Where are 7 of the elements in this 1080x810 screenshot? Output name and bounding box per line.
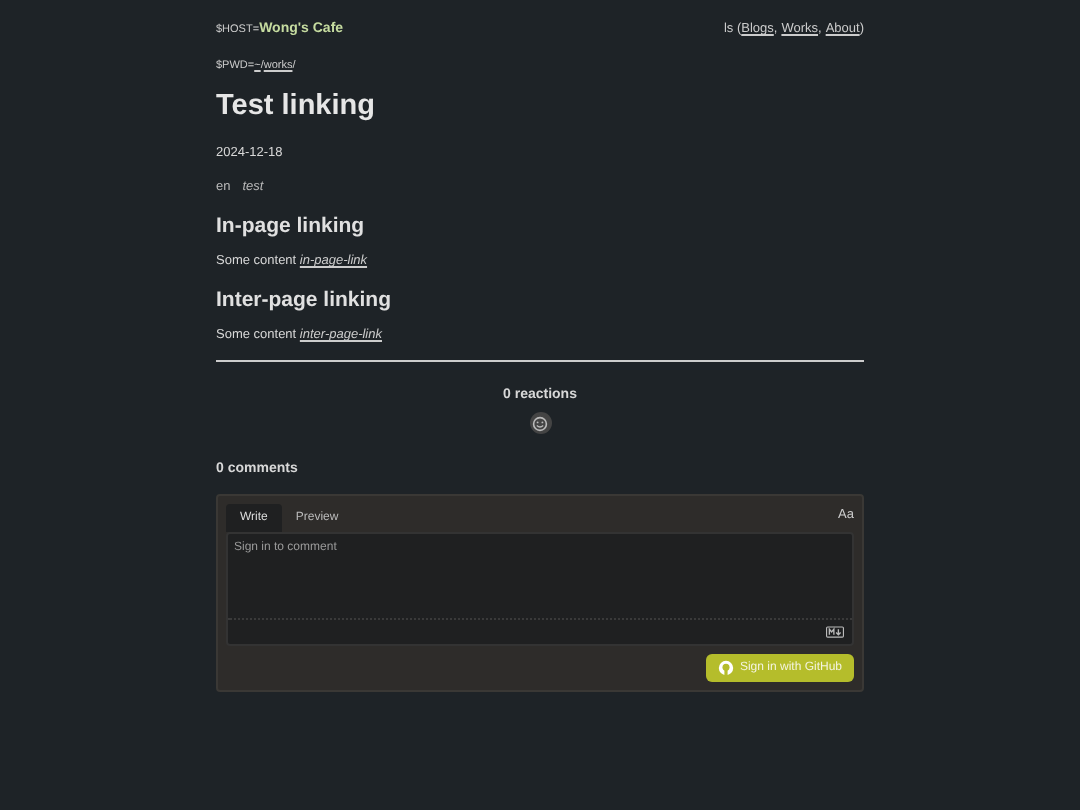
- section-heading: Inter-page linking: [216, 288, 394, 312]
- add-reaction-button[interactable]: [529, 412, 551, 434]
- post-title: Test linking: [216, 90, 377, 122]
- section-heading: In-page linking: [216, 214, 367, 238]
- github-icon: [717, 660, 734, 676]
- markdown-icon: [826, 626, 844, 638]
- smiley-icon: [532, 415, 548, 431]
